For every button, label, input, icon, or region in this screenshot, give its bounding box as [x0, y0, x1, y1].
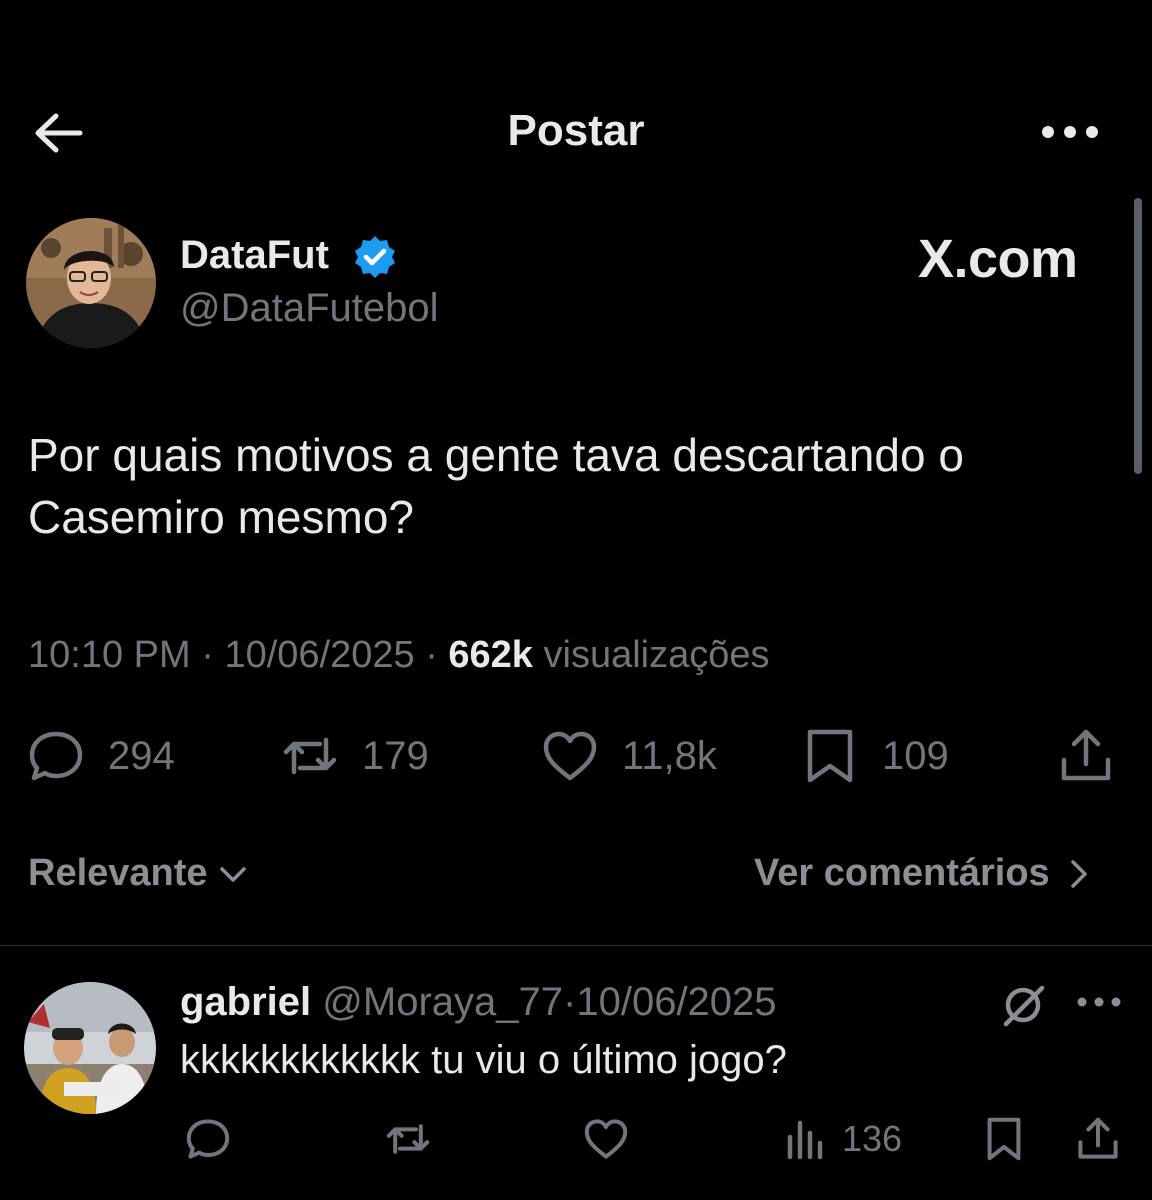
reply-reply-button[interactable]	[184, 1114, 232, 1164]
reply-author-handle[interactable]: @Moraya_77	[322, 980, 563, 1024]
chevron-down-icon	[219, 866, 246, 882]
tweet-meta: 10:10 PM · 10/06/2025 · 662k visualizaçõ…	[28, 634, 770, 677]
heart-icon	[543, 731, 597, 781]
share-button[interactable]	[1056, 724, 1138, 788]
reply-count: 294	[108, 733, 175, 778]
grok-icon[interactable]	[998, 980, 1048, 1030]
tweet-time: 10:10 PM	[28, 634, 191, 676]
views-label: visualizações	[543, 634, 770, 676]
bookmark-icon	[807, 729, 853, 783]
x-com-watermark: X.com	[918, 229, 1078, 289]
chevron-right-icon	[1070, 859, 1087, 888]
reply-view-count: 136	[842, 1118, 903, 1159]
reply-bookmark-button[interactable]	[980, 1114, 1028, 1164]
retweet-icon	[283, 737, 337, 775]
reply-icon	[186, 1119, 230, 1159]
page-title: Postar	[507, 106, 645, 155]
analytics-icon	[787, 1120, 823, 1160]
reply-retweet-button[interactable]	[384, 1114, 432, 1164]
view-count[interactable]: 662k	[448, 634, 533, 676]
divider	[0, 945, 1152, 946]
reply-author-name[interactable]: gabriel	[180, 980, 311, 1024]
share-icon	[1078, 1117, 1118, 1159]
see-comments-link[interactable]: Ver comentários	[754, 852, 1094, 895]
bookmark-button[interactable]: 109	[800, 724, 949, 788]
meta-separator: ·	[563, 980, 577, 1024]
reply-like-button[interactable]	[582, 1114, 630, 1164]
retweet-button[interactable]: 179	[280, 724, 429, 788]
verified-badge-icon	[352, 234, 398, 280]
author-avatar[interactable]	[26, 218, 156, 348]
sort-label: Relevante	[28, 852, 208, 894]
tweet-date: 10/06/2025	[224, 634, 415, 676]
author-name[interactable]: DataFut	[180, 233, 329, 278]
bookmark-icon	[987, 1117, 1021, 1161]
like-count: 11,8k	[622, 733, 717, 778]
like-button[interactable]: 11,8k	[540, 724, 717, 788]
reply-share-button[interactable]	[1074, 1114, 1122, 1164]
author-handle[interactable]: @DataFutebol	[180, 286, 439, 331]
bookmark-count: 109	[882, 733, 949, 778]
reply-button[interactable]: 294	[26, 724, 175, 788]
share-icon	[1061, 729, 1111, 781]
more-options-icon[interactable]	[1040, 118, 1100, 146]
tweet-text: Por quais motivos a gente tava descartan…	[28, 429, 964, 543]
meta-separator: ·	[425, 634, 438, 676]
reply-avatar[interactable]	[24, 982, 156, 1114]
reply-icon	[29, 731, 83, 781]
reply-date: 10/06/2025	[576, 980, 777, 1024]
scrollbar[interactable]	[1134, 198, 1142, 474]
reply-views[interactable]: 136	[782, 1114, 902, 1164]
reply-more-options-icon[interactable]	[1074, 990, 1124, 1014]
reply-header: gabriel @Moraya_77·10/06/2025	[180, 980, 777, 1025]
retweet-count: 179	[362, 733, 429, 778]
reply-text: kkkkkkkkkkkk tu viu o último jogo?	[180, 1038, 787, 1082]
see-comments-label: Ver comentários	[754, 852, 1050, 894]
sort-dropdown[interactable]: Relevante	[28, 852, 250, 895]
meta-separator: ·	[201, 634, 214, 676]
retweet-icon	[386, 1124, 430, 1154]
heart-icon	[584, 1119, 628, 1159]
